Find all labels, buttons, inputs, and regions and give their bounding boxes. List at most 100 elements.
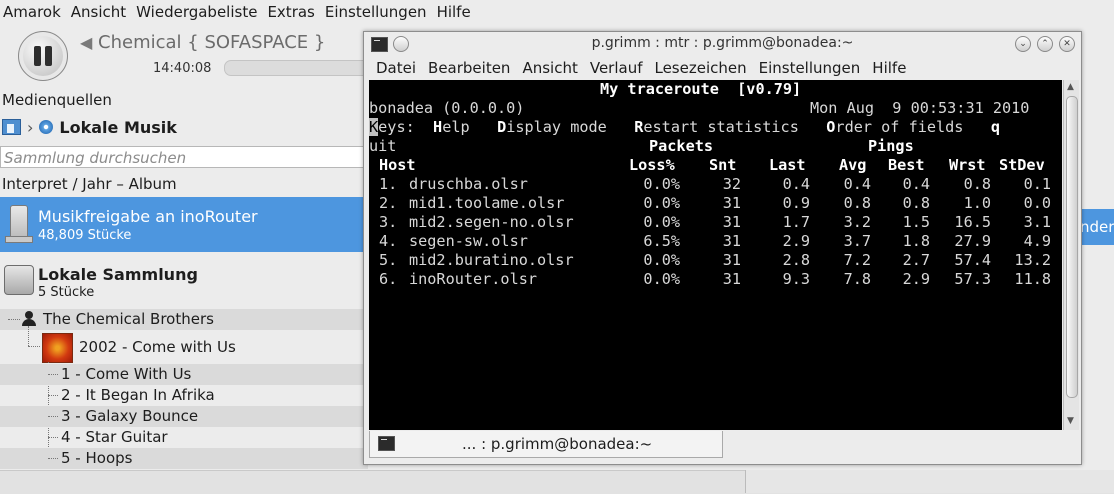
hop-loss: 0.0% bbox=[643, 194, 680, 212]
hop-last: 0.4 bbox=[782, 175, 810, 193]
hop-avg: 7.2 bbox=[843, 251, 871, 269]
horizontal-scrollbar[interactable] bbox=[745, 470, 1114, 493]
terminal-scrollbar[interactable]: ▲ ▼ bbox=[1063, 80, 1079, 430]
hop-host: mid2.buratino.olsr bbox=[409, 251, 574, 269]
hop-snt: 31 bbox=[722, 270, 741, 288]
hop-loss: 0.0% bbox=[643, 213, 680, 231]
hop-stdev: 13.2 bbox=[1014, 251, 1051, 269]
hop-snt: 31 bbox=[722, 194, 741, 212]
hop-stdev: 11.8 bbox=[1014, 270, 1051, 288]
hop-number: 3. bbox=[379, 213, 398, 231]
artist-icon bbox=[22, 311, 36, 326]
hop-last: 9.3 bbox=[782, 270, 810, 288]
hop-host: inoRouter.olsr bbox=[409, 270, 538, 288]
hop-last: 2.8 bbox=[782, 251, 810, 269]
window-titlebar[interactable]: p.grimm : mtr : p.grimm@bonadea:~ ⌄ ⌃ ✕ bbox=[364, 32, 1081, 56]
breadcrumb: › Lokale Musik bbox=[2, 116, 177, 138]
hop-number: 6. bbox=[379, 270, 398, 288]
col-loss: Loss% bbox=[629, 156, 675, 174]
hop-wrst: 57.3 bbox=[954, 270, 991, 288]
col-best: Best bbox=[888, 156, 925, 174]
hop-best: 1.8 bbox=[902, 232, 930, 250]
menu-amarok[interactable]: Amarok bbox=[0, 3, 66, 21]
hop-wrst: 1.0 bbox=[963, 194, 991, 212]
scrollbar-thumb[interactable] bbox=[1066, 96, 1078, 398]
menu-verlauf[interactable]: Verlauf bbox=[584, 59, 649, 77]
tree-artist-row[interactable]: The Chemical Brothers bbox=[0, 309, 368, 330]
hop-wrst: 0.8 bbox=[963, 175, 991, 193]
mtr-host-line: bonadea (0.0.0.0) bbox=[369, 99, 525, 117]
mtr-group-packets: Packets bbox=[649, 137, 714, 155]
hop-snt: 31 bbox=[722, 232, 741, 250]
now-playing-title: ◀ Chemical { SOFASPACE } bbox=[80, 32, 326, 53]
hop-snt: 31 bbox=[722, 251, 741, 269]
hop-loss: 6.5% bbox=[643, 232, 680, 250]
amarok-menubar: Amarok Ansicht Wiedergabeliste Extras Ei… bbox=[0, 0, 1114, 24]
progress-slider[interactable] bbox=[224, 60, 376, 76]
hop-last: 1.7 bbox=[782, 213, 810, 231]
hop-best: 0.8 bbox=[902, 194, 930, 212]
hop-best: 2.9 bbox=[902, 270, 930, 288]
session-tab[interactable]: ... : p.grimm@bonadea:~ bbox=[369, 431, 723, 458]
menu-datei[interactable]: Datei bbox=[364, 59, 422, 77]
hop-number: 4. bbox=[379, 232, 398, 250]
disc-icon bbox=[39, 120, 54, 134]
hop-loss: 0.0% bbox=[643, 175, 680, 193]
hop-avg: 7.8 bbox=[843, 270, 871, 288]
sort-order-label[interactable]: Interpret / Jahr – Album bbox=[2, 175, 177, 193]
hop-host: mid2.segen-no.olsr bbox=[409, 213, 574, 231]
hop-wrst: 27.9 bbox=[954, 232, 991, 250]
menu-ansicht[interactable]: Ansicht bbox=[66, 3, 131, 21]
scroll-up-icon[interactable]: ▲ bbox=[1067, 82, 1074, 92]
hop-wrst: 16.5 bbox=[954, 213, 991, 231]
collection-item-network-share[interactable]: Musikfreigabe an inoRouter 48,809 Stücke bbox=[0, 197, 368, 252]
hop-best: 1.5 bbox=[902, 213, 930, 231]
hop-loss: 0.0% bbox=[643, 251, 680, 269]
hop-snt: 32 bbox=[722, 175, 741, 193]
menu-hilfe[interactable]: Hilfe bbox=[432, 3, 476, 21]
menu-hilfe[interactable]: Hilfe bbox=[866, 59, 912, 77]
hop-stdev: 3.1 bbox=[1023, 213, 1051, 231]
col-avg: Avg bbox=[839, 156, 867, 174]
previous-arrow-icon[interactable]: ◀ bbox=[80, 33, 92, 52]
menu-einstellungen[interactable]: Einstellungen bbox=[320, 3, 432, 21]
breadcrumb-local-music[interactable]: Lokale Musik bbox=[59, 118, 177, 137]
terminal-icon bbox=[378, 436, 395, 451]
menu-extras[interactable]: Extras bbox=[262, 3, 319, 21]
media-sources-label: Medienquellen bbox=[2, 91, 112, 109]
hop-snt: 31 bbox=[722, 213, 741, 231]
hop-number: 5. bbox=[379, 251, 398, 269]
menu-ansicht[interactable]: Ansicht bbox=[516, 59, 583, 77]
chevron-right-icon: › bbox=[27, 117, 34, 137]
collection-item-local[interactable]: Lokale Sammlung 5 Stücke bbox=[0, 256, 368, 306]
scroll-down-icon[interactable]: ▼ bbox=[1067, 416, 1074, 426]
minimize-button[interactable]: ⌄ bbox=[1015, 36, 1031, 52]
playlist-peek[interactable]: nder bbox=[1080, 209, 1114, 245]
hop-number: 2. bbox=[379, 194, 398, 212]
menu-wiedergabeliste[interactable]: Wiedergabeliste bbox=[131, 3, 262, 21]
home-icon[interactable] bbox=[2, 119, 21, 135]
menu-lesezeichen[interactable]: Lesezeichen bbox=[648, 59, 752, 77]
network-share-icon bbox=[5, 205, 33, 243]
maximize-button[interactable]: ⌃ bbox=[1037, 36, 1053, 52]
play-pause-button[interactable] bbox=[18, 31, 68, 81]
close-button[interactable]: ✕ bbox=[1059, 36, 1075, 52]
menu-einstellungen[interactable]: Einstellungen bbox=[753, 59, 867, 77]
elapsed-time: 14:40:08 bbox=[153, 61, 212, 76]
menu-bearbeiten[interactable]: Bearbeiten bbox=[422, 59, 516, 77]
konsole-window: p.grimm : mtr : p.grimm@bonadea:~ ⌄ ⌃ ✕ … bbox=[363, 31, 1082, 465]
hop-last: 0.9 bbox=[782, 194, 810, 212]
mtr-keys-line-wrap: uit bbox=[369, 137, 397, 155]
col-wrst: Wrst bbox=[949, 156, 986, 174]
terminal-output[interactable]: My traceroute [v0.79] bonadea (0.0.0.0) … bbox=[369, 80, 1062, 430]
collection-search-input[interactable]: Sammlung durchsuchen bbox=[0, 146, 368, 168]
hop-avg: 3.7 bbox=[843, 232, 871, 250]
window-title: p.grimm : mtr : p.grimm@bonadea:~ bbox=[591, 35, 854, 51]
hop-stdev: 0.1 bbox=[1023, 175, 1051, 193]
mtr-keys-line: Keys: Help Display mode Restart statisti… bbox=[369, 118, 1001, 136]
mtr-date: Mon Aug 9 00:53:31 2010 bbox=[810, 99, 1030, 117]
hop-best: 2.7 bbox=[902, 251, 930, 269]
col-host: Host bbox=[379, 156, 416, 174]
hop-avg: 0.4 bbox=[843, 175, 871, 193]
col-stdev: StDev bbox=[999, 156, 1045, 174]
